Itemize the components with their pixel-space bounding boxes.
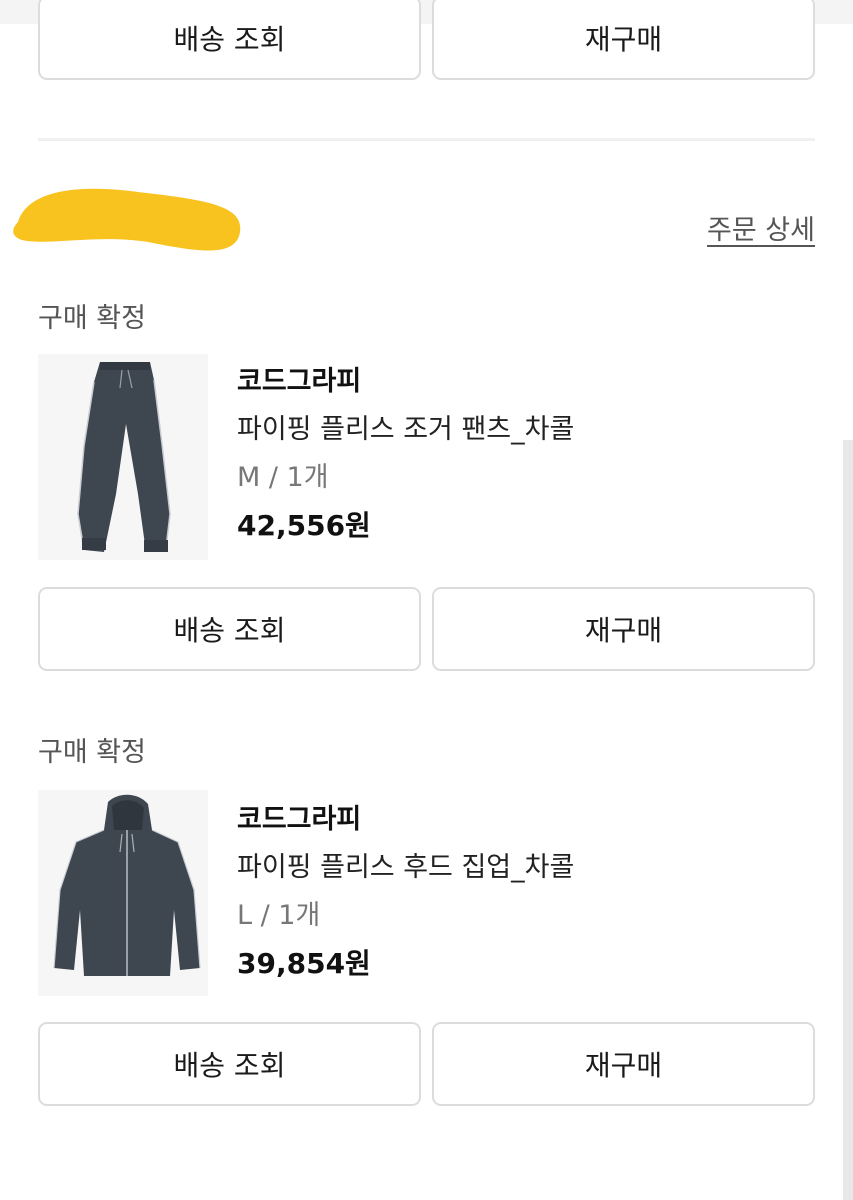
reorder-button[interactable]: 재구매 (432, 1022, 815, 1106)
product-thumbnail-pants[interactable] (38, 354, 208, 560)
order-divider (38, 138, 815, 141)
purchase-status: 구매 확정 (38, 737, 146, 768)
product-price: 39,854원 (237, 947, 371, 980)
product-name[interactable]: 파이핑 플리스 후드 집업_차콜 (237, 844, 574, 892)
product-info: 코드그라피 파이핑 플리스 조거 팬츠_차콜 M / 1개 42,556원 (237, 358, 574, 550)
shipping-track-button[interactable]: 배송 조회 (38, 0, 421, 80)
order-detail-link[interactable]: 주문 상세 (707, 208, 815, 247)
product-info: 코드그라피 파이핑 플리스 후드 집업_차콜 L / 1개 39,854원 (237, 796, 574, 988)
product-price: 42,556원 (237, 509, 371, 542)
reorder-button[interactable]: 재구매 (432, 587, 815, 671)
brand-name: 코드그라피 (237, 804, 362, 835)
product-option: L / 1개 (237, 900, 321, 931)
product-name[interactable]: 파이핑 플리스 조거 팬츠_차콜 (237, 406, 574, 454)
scrollbar[interactable] (843, 440, 853, 1200)
redaction-mark (13, 188, 241, 251)
purchase-status: 구매 확정 (38, 303, 146, 334)
item-actions: 배송 조회 재구매 (38, 1022, 815, 1106)
hood-zipup-image (38, 790, 208, 996)
product-thumbnail-hoodie[interactable] (38, 790, 208, 996)
previous-order-actions: 배송 조회 재구매 (38, 0, 815, 80)
reorder-button[interactable]: 재구매 (432, 0, 815, 80)
brand-name: 코드그라피 (237, 366, 362, 397)
jogger-pants-image (38, 354, 208, 560)
item-actions: 배송 조회 재구매 (38, 587, 815, 671)
product-option: M / 1개 (237, 462, 329, 493)
shipping-track-button[interactable]: 배송 조회 (38, 587, 421, 671)
shipping-track-button[interactable]: 배송 조회 (38, 1022, 421, 1106)
